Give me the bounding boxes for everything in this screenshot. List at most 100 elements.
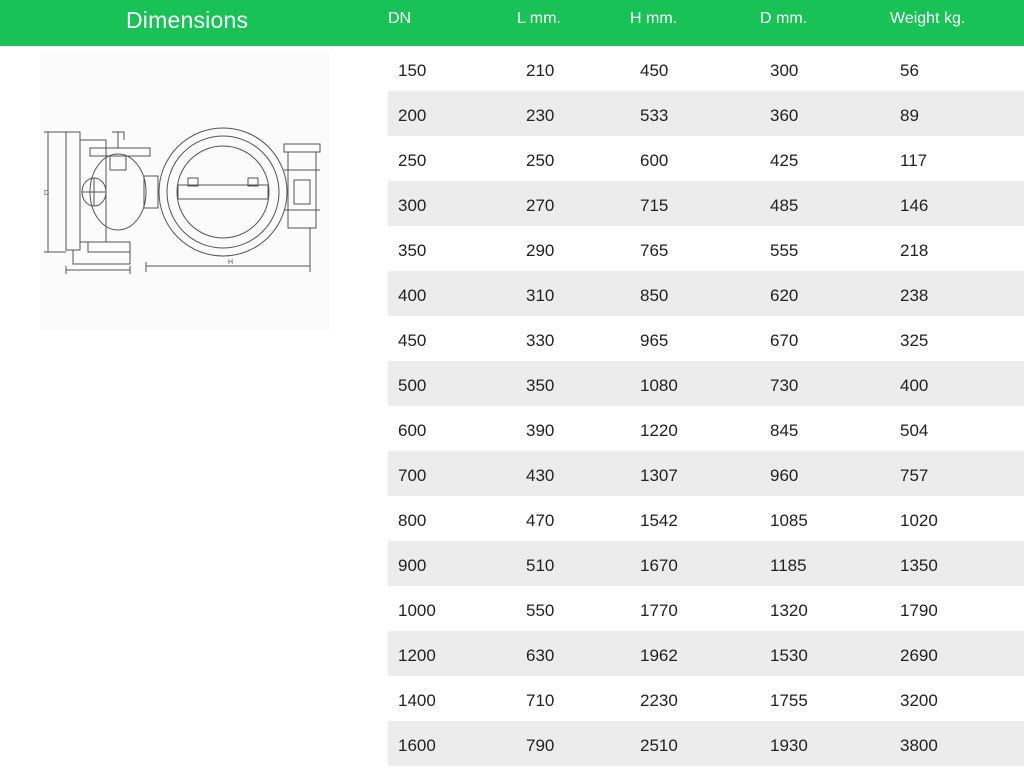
cell-l: 350 [526, 376, 555, 395]
table-row: 700 430 1307 960 757 [388, 451, 1024, 496]
cell-l: 630 [526, 646, 555, 665]
cell-l: 550 [526, 601, 555, 620]
cell-dn: 450 [398, 331, 427, 350]
cell-l: 270 [526, 196, 555, 215]
page-title: Dimensions [126, 7, 249, 33]
cell-weight: 1350 [900, 556, 938, 575]
cell-l: 250 [526, 151, 555, 170]
cell-weight: 1020 [900, 511, 938, 530]
cell-h: 765 [640, 241, 669, 260]
dimensions-table: 150 210 450 300 56 200 230 533 360 89 250 250 600 425… [388, 46, 1024, 766]
cell-dn: 400 [398, 286, 427, 305]
table-row: 600 390 1220 845 504 [388, 406, 1024, 451]
column-header-weight: Weight kg. [890, 10, 966, 27]
cell-weight: 757 [900, 466, 929, 485]
table-row: 200 230 533 360 89 [388, 91, 1024, 136]
cell-weight: 2690 [900, 646, 938, 665]
cell-h: 2510 [640, 736, 678, 755]
cell-h: 533 [640, 106, 669, 125]
table-row: 1200 630 1962 1530 2690 [388, 631, 1024, 676]
cell-l: 390 [526, 421, 555, 440]
table-row: 900 510 1670 1185 1350 [388, 541, 1024, 586]
cell-d: 485 [770, 196, 799, 215]
cell-d: 1530 [770, 646, 808, 665]
table-row: 300 270 715 485 146 [388, 181, 1024, 226]
cell-h: 850 [640, 286, 669, 305]
cell-h: 1542 [640, 511, 678, 530]
cell-h: 1770 [640, 601, 678, 620]
cell-dn: 1200 [398, 646, 436, 665]
dimension-d-label: D [44, 190, 49, 197]
cell-h: 1962 [640, 646, 678, 665]
cell-weight: 56 [900, 61, 919, 80]
cell-d: 670 [770, 331, 799, 350]
cell-dn: 200 [398, 106, 427, 125]
cell-dn: 700 [398, 466, 427, 485]
cell-l: 230 [526, 106, 555, 125]
cell-d: 555 [770, 241, 799, 260]
valve-drawing-svg: D H [40, 52, 330, 330]
table-row: 450 330 965 670 325 [388, 316, 1024, 361]
cell-l: 510 [526, 556, 555, 575]
cell-weight: 325 [900, 331, 929, 350]
table-row: 1000 550 1770 1320 1790 [388, 586, 1024, 631]
cell-dn: 1000 [398, 601, 436, 620]
cell-d: 1185 [770, 556, 807, 575]
cell-weight: 218 [900, 241, 929, 260]
cell-weight: 3200 [900, 691, 938, 710]
cell-dn: 500 [398, 376, 427, 395]
cell-dn: 150 [398, 61, 427, 80]
cell-d: 730 [770, 376, 799, 395]
column-header-d: D mm. [760, 10, 808, 27]
column-header-dn: DN [388, 10, 412, 27]
cell-weight: 238 [900, 286, 929, 305]
cell-dn: 250 [398, 151, 427, 170]
cell-d: 960 [770, 466, 799, 485]
cell-l: 330 [526, 331, 555, 350]
cell-weight: 89 [900, 106, 919, 125]
cell-l: 470 [526, 511, 555, 530]
cell-weight: 504 [900, 421, 929, 440]
cell-weight: 3800 [900, 736, 938, 755]
cell-dn: 300 [398, 196, 427, 215]
cell-d: 360 [770, 106, 799, 125]
table-row: 500 350 1080 730 400 [388, 361, 1024, 406]
valve-dimension-drawing: D H [40, 52, 330, 330]
cell-d: 1320 [770, 601, 808, 620]
cell-h: 1307 [640, 466, 678, 485]
cell-l: 430 [526, 466, 555, 485]
cell-d: 1755 [770, 691, 808, 710]
cell-dn: 1600 [398, 736, 436, 755]
cell-h: 450 [640, 61, 669, 80]
cell-h: 715 [640, 196, 669, 215]
table-row: 1600 790 2510 1930 3800 [388, 721, 1024, 766]
cell-l: 290 [526, 241, 555, 260]
cell-dn: 350 [398, 241, 427, 260]
cell-d: 620 [770, 286, 799, 305]
cell-l: 790 [526, 736, 555, 755]
cell-dn: 1400 [398, 691, 436, 710]
cell-l: 310 [526, 286, 555, 305]
table-row: 150 210 450 300 56 [388, 46, 1024, 91]
cell-h: 1220 [640, 421, 678, 440]
cell-l: 710 [526, 691, 555, 710]
cell-weight: 117 [900, 151, 928, 170]
cell-h: 965 [640, 331, 669, 350]
cell-dn: 600 [398, 421, 427, 440]
table-row: 400 310 850 620 238 [388, 271, 1024, 316]
table-row: 1400 710 2230 1755 3200 [388, 676, 1024, 721]
table-row: 250 250 600 425 117 [388, 136, 1024, 181]
table-row: 350 290 765 555 218 [388, 226, 1024, 271]
cell-weight: 1790 [900, 601, 938, 620]
cell-h: 600 [640, 151, 669, 170]
cell-h: 1670 [640, 556, 678, 575]
cell-d: 845 [770, 421, 799, 440]
cell-dn: 900 [398, 556, 427, 575]
cell-weight: 400 [900, 376, 929, 395]
header-bar: Dimensions DN L mm. H mm. D mm. Weight k… [0, 0, 1024, 46]
cell-d: 1930 [770, 736, 808, 755]
cell-d: 300 [770, 61, 799, 80]
cell-weight: 146 [900, 196, 929, 215]
column-header-h: H mm. [630, 10, 678, 27]
cell-h: 2230 [640, 691, 678, 710]
